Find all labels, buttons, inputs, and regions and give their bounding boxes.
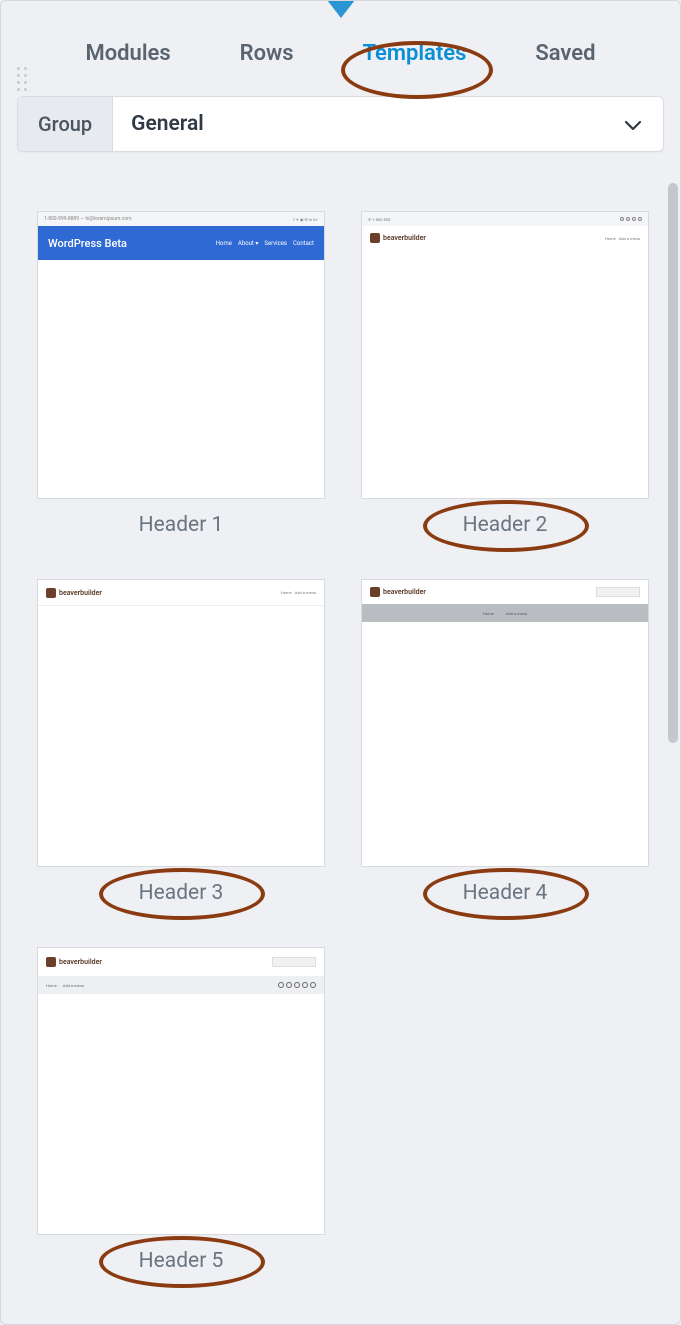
- thumb-menu: Home Add a menu: [605, 236, 640, 241]
- template-card-header-2[interactable]: ✆ 1-800-555 beaverbuilder Home Add a men…: [361, 211, 649, 537]
- templates-scroll-area[interactable]: 1-800-999-8889 — hi@loremipsum.com f ✦ ◉…: [1, 181, 680, 1318]
- chevron-down-icon: [603, 112, 663, 136]
- thumb-brand: WordPress Beta: [48, 237, 127, 250]
- template-card-header-5[interactable]: beaverbuilder HomeAdd a menu Header 5: [37, 947, 325, 1273]
- tab-saved[interactable]: Saved: [535, 41, 595, 66]
- thumb-social-icons: f ✦ ◉ ✉ in G+: [293, 217, 318, 222]
- beaver-icon: [370, 587, 380, 597]
- thumb-menu: Home About ▾ Services Contact: [216, 240, 314, 247]
- template-thumb: 1-800-999-8889 — hi@loremipsum.com f ✦ ◉…: [37, 211, 325, 499]
- thumb-menu-bar: HomeAdd a menu: [38, 976, 324, 994]
- template-thumb: beaverbuilder Home Add a menu: [37, 579, 325, 867]
- tab-templates[interactable]: Templates: [362, 41, 466, 66]
- scrollbar[interactable]: [668, 181, 678, 1318]
- template-card-header-1[interactable]: 1-800-999-8889 — hi@loremipsum.com f ✦ ◉…: [37, 211, 325, 537]
- templates-grid: 1-800-999-8889 — hi@loremipsum.com f ✦ ◉…: [1, 181, 680, 1303]
- panel-pointer-icon: [327, 0, 355, 18]
- thumb-social-icons: [278, 982, 316, 988]
- group-label: Group: [18, 97, 113, 151]
- drag-handle-icon[interactable]: [17, 67, 27, 91]
- beaver-icon: [46, 957, 56, 967]
- thumb-menu: Home Add a menu: [281, 590, 316, 595]
- scrollbar-thumb[interactable]: [668, 183, 678, 743]
- template-label: Header 5: [139, 1249, 224, 1273]
- tab-rows[interactable]: Rows: [240, 41, 294, 66]
- thumb-logo: beaverbuilder: [370, 233, 426, 243]
- template-thumb: beaverbuilder HomeAdd a menu: [361, 579, 649, 867]
- thumb-logo: beaverbuilder: [46, 588, 102, 598]
- thumb-menu-bar: HomeAdd a menu: [362, 604, 648, 622]
- thumb-logo: beaverbuilder: [370, 587, 426, 597]
- tab-modules[interactable]: Modules: [85, 41, 170, 66]
- thumb-topbar-text: 1-800-999-8889 — hi@loremipsum.com: [44, 216, 132, 222]
- thumb-topbar-text: ✆ 1-800-555: [368, 217, 390, 222]
- template-label: Header 3: [139, 881, 224, 905]
- group-selector[interactable]: Group General: [17, 96, 664, 152]
- thumb-logo: beaverbuilder: [46, 957, 102, 967]
- thumb-search: [272, 957, 316, 967]
- template-thumb: ✆ 1-800-555 beaverbuilder Home Add a men…: [361, 211, 649, 499]
- beaver-icon: [46, 588, 56, 598]
- template-card-header-4[interactable]: beaverbuilder HomeAdd a menu Header 4: [361, 579, 649, 905]
- template-thumb: beaverbuilder HomeAdd a menu: [37, 947, 325, 1235]
- group-value: General: [113, 112, 603, 136]
- template-card-header-3[interactable]: beaverbuilder Home Add a menu Header 3: [37, 579, 325, 905]
- content-panel: Modules Rows Templates Saved Group Gener…: [0, 0, 681, 1325]
- template-label: Header 4: [463, 881, 548, 905]
- beaver-icon: [370, 233, 380, 243]
- template-label: Header 2: [463, 513, 548, 537]
- template-label: Header 1: [139, 513, 224, 537]
- thumb-social-icons: [620, 217, 642, 221]
- thumb-search: [596, 587, 640, 597]
